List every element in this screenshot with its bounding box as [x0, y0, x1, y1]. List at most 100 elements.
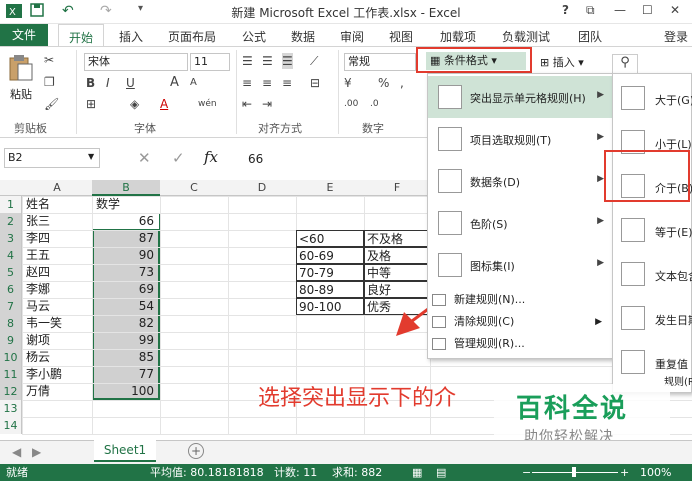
- column-header-b[interactable]: B: [92, 180, 160, 196]
- row-header[interactable]: 5: [0, 264, 22, 281]
- maximize-button[interactable]: ☐: [642, 3, 653, 17]
- page-layout-view-icon[interactable]: ▤: [436, 464, 446, 481]
- paste-icon[interactable]: [8, 54, 34, 85]
- phonetic-button[interactable]: wén: [198, 96, 217, 112]
- underline-button[interactable]: U: [126, 75, 135, 91]
- name-cell[interactable]: 王五: [24, 247, 90, 264]
- row-header[interactable]: 8: [0, 315, 22, 332]
- cell-b1[interactable]: 数学: [94, 196, 158, 213]
- number-format-select[interactable]: 常规: [344, 53, 416, 71]
- sheet-tab-sheet1[interactable]: Sheet1: [94, 440, 156, 462]
- add-sheet-button[interactable]: +: [188, 443, 204, 459]
- name-cell[interactable]: 韦一笑: [24, 315, 90, 332]
- font-size-select[interactable]: 11: [190, 53, 230, 71]
- score-cell[interactable]: 73: [94, 264, 156, 281]
- cf-menu-item[interactable]: 突出显示单元格规则(H) ▶: [428, 76, 612, 118]
- column-header-e[interactable]: E: [296, 180, 364, 196]
- align-center-icon[interactable]: ≡: [262, 75, 272, 91]
- fill-color-icon[interactable]: ◈: [130, 96, 139, 112]
- comma-button[interactable]: ,: [400, 75, 404, 91]
- row-header[interactable]: 12: [0, 383, 22, 400]
- row-header[interactable]: 4: [0, 247, 22, 264]
- minimize-button[interactable]: —: [614, 3, 626, 17]
- insert-function-button[interactable]: fx: [204, 148, 218, 166]
- name-cell[interactable]: 杨云: [24, 349, 90, 366]
- align-bottom-icon[interactable]: ☰: [282, 53, 293, 69]
- increase-indent-icon[interactable]: ⇥: [262, 96, 272, 112]
- find-icon[interactable]: ⚲: [612, 54, 638, 74]
- cf-menu-small-item[interactable]: 清除规则(C) ▶: [430, 312, 610, 332]
- grade-range-cell[interactable]: 80-89: [296, 281, 364, 298]
- cf-menu-item[interactable]: 数据条(D) ▶: [428, 160, 612, 202]
- bold-button[interactable]: B: [86, 75, 95, 91]
- score-cell[interactable]: 87: [94, 230, 156, 247]
- tab-formulas[interactable]: 公式: [242, 28, 266, 45]
- zoom-level[interactable]: 100%: [640, 464, 671, 481]
- cut-icon[interactable]: ✂: [44, 52, 54, 68]
- cf-menu-item[interactable]: 图标集(I) ▶: [428, 244, 612, 286]
- currency-icon[interactable]: ¥: [344, 75, 352, 91]
- grade-range-cell[interactable]: <60: [296, 230, 364, 247]
- score-cell[interactable]: 90: [94, 247, 156, 264]
- name-cell[interactable]: 马云: [24, 298, 90, 315]
- decrease-decimal-icon[interactable]: .0: [370, 96, 379, 112]
- cell-a1[interactable]: 姓名: [24, 196, 90, 213]
- row-header[interactable]: 1: [0, 196, 22, 213]
- name-cell[interactable]: 万倩: [24, 383, 90, 400]
- align-left-icon[interactable]: ≡: [242, 75, 252, 91]
- row-header[interactable]: 11: [0, 366, 22, 383]
- score-cell[interactable]: 82: [94, 315, 156, 332]
- align-top-icon[interactable]: ☰: [242, 53, 253, 69]
- tab-data[interactable]: 数据: [291, 28, 315, 45]
- prev-sheet-icon[interactable]: ◀: [12, 444, 21, 460]
- decrease-indent-icon[interactable]: ⇤: [242, 96, 252, 112]
- tab-home[interactable]: 开始: [58, 24, 105, 47]
- submenu-item[interactable]: 发生日期: [613, 296, 692, 340]
- tab-view[interactable]: 视图: [389, 28, 413, 45]
- tab-review[interactable]: 审阅: [340, 28, 364, 45]
- font-color-button[interactable]: A: [160, 96, 168, 112]
- row-header[interactable]: 10: [0, 349, 22, 366]
- close-button[interactable]: ✕: [670, 3, 680, 17]
- column-header-a[interactable]: A: [22, 180, 92, 196]
- grow-font-button[interactable]: A: [170, 75, 179, 91]
- name-cell[interactable]: 李四: [24, 230, 90, 247]
- row-header[interactable]: 3: [0, 230, 22, 247]
- name-cell[interactable]: 李小鹏: [24, 366, 90, 383]
- cf-menu-small-item[interactable]: 管理规则(R)...: [430, 334, 610, 354]
- row-header[interactable]: 14: [0, 417, 22, 434]
- insert-cells-button[interactable]: ⊞ 插入 ▾: [540, 54, 584, 70]
- name-cell[interactable]: 李娜: [24, 281, 90, 298]
- row-header[interactable]: 6: [0, 281, 22, 298]
- score-cell[interactable]: 100: [94, 383, 156, 400]
- row-header[interactable]: 2: [0, 213, 22, 230]
- help-button[interactable]: ?: [562, 3, 569, 17]
- score-cell[interactable]: 85: [94, 349, 156, 366]
- cf-menu-small-item[interactable]: 新建规则(N)...: [430, 290, 610, 310]
- column-header-d[interactable]: D: [228, 180, 296, 196]
- ribbon-display-button[interactable]: ⧉: [586, 3, 595, 18]
- enter-icon[interactable]: ✓: [172, 150, 185, 166]
- normal-view-icon[interactable]: ▦: [412, 464, 422, 481]
- tab-team[interactable]: 团队: [578, 28, 602, 45]
- shrink-font-button[interactable]: A: [190, 75, 197, 91]
- cond-format-button[interactable]: ▦ 条件格式 ▾: [426, 52, 526, 70]
- submenu-item[interactable]: 等于(E): [613, 208, 692, 252]
- align-middle-icon[interactable]: ☰: [262, 53, 273, 69]
- chevron-down-icon[interactable]: ▼: [88, 152, 94, 161]
- score-cell[interactable]: 69: [94, 281, 156, 298]
- score-cell[interactable]: 54: [94, 298, 156, 315]
- font-name-select[interactable]: 宋体: [84, 53, 188, 71]
- grade-range-cell[interactable]: 70-79: [296, 264, 364, 281]
- tab-page-layout[interactable]: 页面布局: [168, 28, 216, 45]
- percent-button[interactable]: %: [378, 75, 389, 91]
- name-cell[interactable]: 张三: [24, 213, 90, 230]
- tab-load-test[interactable]: 负载测试: [502, 28, 550, 45]
- name-cell[interactable]: 赵四: [24, 264, 90, 281]
- grade-range-cell[interactable]: 90-100: [296, 298, 364, 315]
- align-right-icon[interactable]: ≡: [282, 75, 292, 91]
- grade-range-cell[interactable]: 60-69: [296, 247, 364, 264]
- cancel-icon[interactable]: ✕: [138, 150, 151, 166]
- border-icon[interactable]: ⊞: [86, 96, 96, 112]
- formula-input[interactable]: 66: [248, 152, 263, 166]
